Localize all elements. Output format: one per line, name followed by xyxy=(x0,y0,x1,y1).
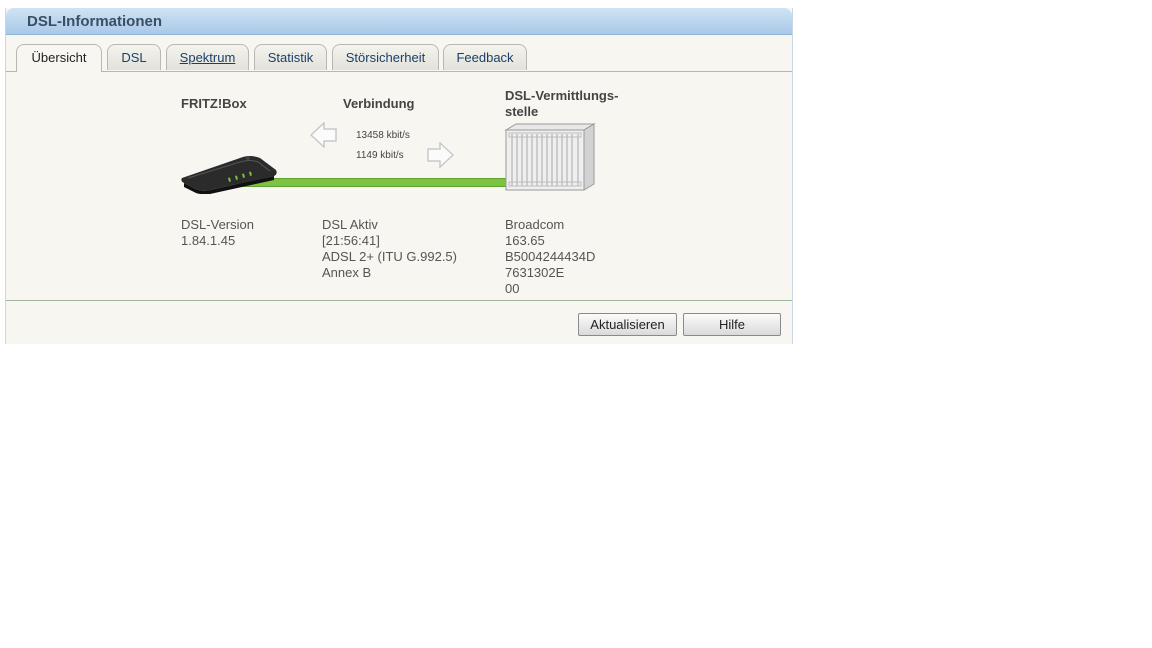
device-heading: FRITZ!Box xyxy=(181,96,247,111)
dsl-mode: ADSL 2+ (ITU G.992.5) xyxy=(322,249,457,264)
exchange-heading-line1: DSL-Vermittlungs- xyxy=(505,88,619,103)
tab-stoersicherheit[interactable]: Störsicherheit xyxy=(332,44,439,70)
page-title: DSL-Informationen xyxy=(27,13,162,30)
dsl-version-label: DSL-Version xyxy=(181,217,254,232)
exchange-vendor: Broadcom xyxy=(505,217,565,232)
connection-heading: Verbindung xyxy=(343,96,415,111)
dsl-info-panel: DSL-Informationen Übersicht DSL Spektrum… xyxy=(5,8,793,344)
tab-dsl[interactable]: DSL xyxy=(107,44,161,70)
tab-statistik[interactable]: Statistik xyxy=(254,44,327,70)
exchange-extra: 00 xyxy=(505,281,520,296)
tab-uebersicht[interactable]: Übersicht xyxy=(16,44,102,72)
exchange-serial: 7631302E xyxy=(505,265,565,280)
server-rack-icon xyxy=(504,123,596,191)
device-info: DSL-Version 1.84.1.45 xyxy=(181,217,254,249)
connection-info: DSL Aktiv [21:56:41] ADSL 2+ (ITU G.992.… xyxy=(322,217,457,281)
tab-feedback[interactable]: Feedback xyxy=(443,44,527,70)
dsl-uptime: [21:56:41] xyxy=(322,233,380,248)
dsl-version-value: 1.84.1.45 xyxy=(181,233,236,248)
router-icon xyxy=(181,156,277,194)
arrow-right-icon xyxy=(427,142,454,168)
exchange-id: B5004244434D xyxy=(505,249,596,264)
title-bar: DSL-Informationen xyxy=(6,8,792,35)
tab-spektrum[interactable]: Spektrum xyxy=(166,44,249,70)
footer-separator xyxy=(6,300,792,301)
help-button[interactable]: Hilfe xyxy=(683,313,781,336)
exchange-heading-line2: stelle xyxy=(505,104,539,119)
dsl-annex: Annex B xyxy=(322,265,372,280)
dsl-status: DSL Aktiv xyxy=(322,217,378,232)
upstream-rate: 1149 kbit/s xyxy=(356,150,404,161)
refresh-button[interactable]: Aktualisieren xyxy=(578,313,677,336)
arrow-left-icon xyxy=(310,122,337,148)
downstream-rate: 13458 kbit/s xyxy=(356,130,410,141)
exchange-info: Broadcom 163.65 B5004244434D 7631302E 00 xyxy=(505,217,595,297)
exchange-version: 163.65 xyxy=(505,233,545,248)
overview-content: FRITZ!Box Verbindung DSL-Vermittlungs- s… xyxy=(6,72,792,300)
tab-bar: Übersicht DSL Spektrum Statistik Störsic… xyxy=(6,44,792,72)
